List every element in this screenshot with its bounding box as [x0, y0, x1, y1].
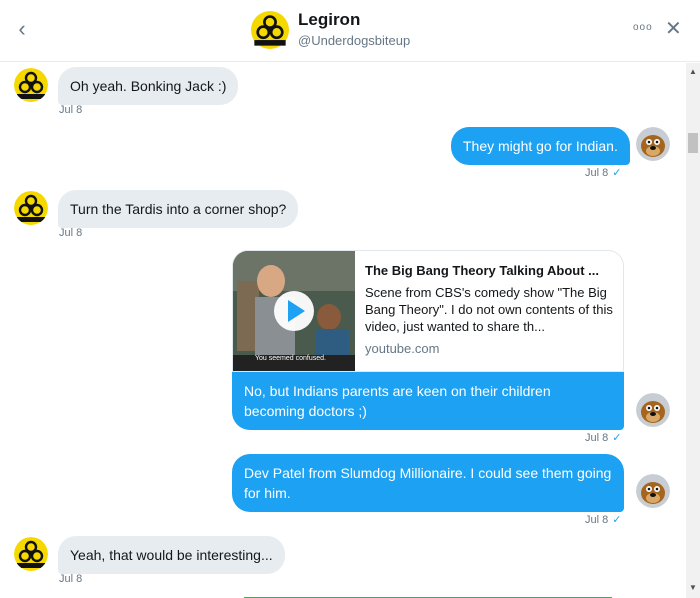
scroll-down-icon[interactable]: ▼ — [689, 583, 697, 592]
message-timestamp: Jul 8 — [59, 227, 83, 239]
read-check-icon: ✓ — [612, 432, 622, 444]
link-preview-card[interactable]: You seemed confused. The Big Bang Theory… — [232, 250, 624, 372]
link-card-domain: youtube.com — [365, 341, 440, 356]
sender-avatar[interactable] — [14, 191, 48, 225]
message-timestamp: Jul 8 — [59, 104, 83, 116]
scrollbar-thumb[interactable] — [688, 133, 698, 153]
biohazard-icon — [14, 537, 48, 571]
message-bubble[interactable]: Oh yeah. Bonking Jack :) — [58, 67, 239, 105]
message-timestamp: Jul 8 ✓ — [585, 514, 622, 526]
conversation-header: ‹ Legiron @Underdogsbiteup ooo ✕ — [0, 0, 700, 62]
own-avatar[interactable] — [636, 393, 670, 427]
link-card-title[interactable]: The Big Bang Theory Talking About ... — [365, 263, 615, 278]
sender-avatar[interactable] — [14, 68, 48, 102]
biohazard-icon — [14, 68, 48, 102]
header-name[interactable]: Legiron — [298, 10, 360, 30]
dog-avatar-icon — [636, 474, 670, 508]
sender-avatar[interactable] — [14, 537, 48, 571]
more-options-icon[interactable]: ooo — [633, 22, 653, 33]
read-check-icon: ✓ — [612, 514, 622, 526]
thumbnail-caption: You seemed confused. — [255, 355, 326, 362]
video-thumbnail-image — [233, 251, 355, 371]
message-bubble[interactable]: Yeah, that would be interesting... — [58, 536, 285, 574]
dog-avatar-icon — [636, 393, 670, 427]
message-bubble[interactable]: Turn the Tardis into a corner shop? — [58, 190, 299, 228]
conversation-list[interactable]: Oh yeah. Bonking Jack :) Jul 8 They migh… — [0, 63, 686, 598]
message-bubble[interactable]: No, but Indians parents are keen on thei… — [232, 372, 624, 430]
biohazard-icon — [251, 11, 289, 49]
own-avatar[interactable] — [636, 474, 670, 508]
message-timestamp: Jul 8 ✓ — [585, 167, 622, 179]
video-thumbnail[interactable]: You seemed confused. — [233, 251, 355, 371]
close-button[interactable]: ✕ — [665, 18, 682, 40]
header-handle[interactable]: @Underdogsbiteup — [298, 33, 410, 48]
header-avatar[interactable] — [251, 11, 289, 49]
read-check-icon: ✓ — [612, 167, 622, 179]
scrollbar[interactable]: ▲ ▼ — [686, 63, 700, 598]
message-timestamp: Jul 8 ✓ — [585, 432, 622, 444]
scroll-up-icon[interactable]: ▲ — [689, 67, 697, 76]
message-bubble[interactable]: Dev Patel from Slumdog Millionaire. I co… — [232, 454, 624, 512]
message-timestamp: Jul 8 — [59, 573, 83, 585]
message-bubble[interactable]: They might go for Indian. — [451, 127, 630, 165]
back-button[interactable]: ‹ — [10, 16, 34, 42]
own-avatar[interactable] — [636, 127, 670, 161]
biohazard-icon — [14, 191, 48, 225]
link-card-description: Scene from CBS's comedy show "The Big Ba… — [365, 285, 613, 334]
dog-avatar-icon — [636, 127, 670, 161]
